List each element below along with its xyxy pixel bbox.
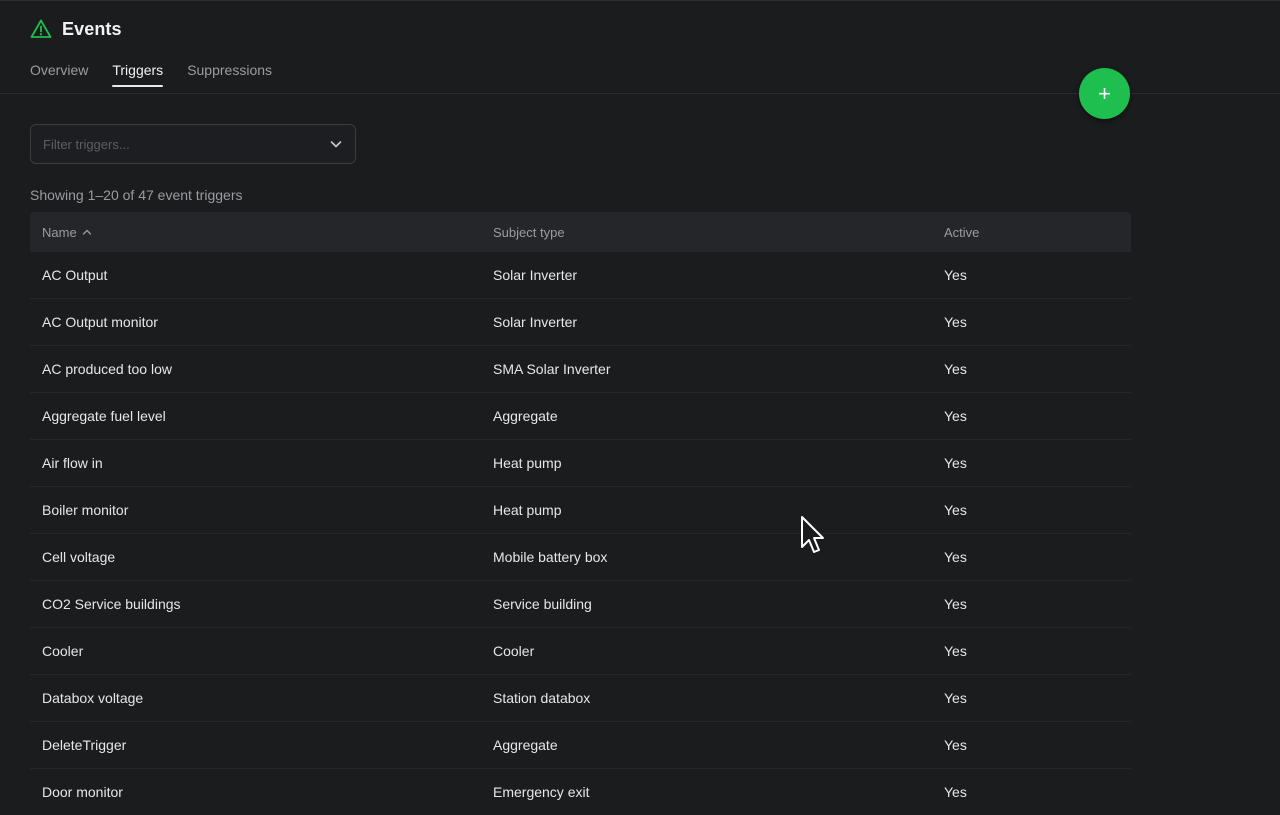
table-row[interactable]: Cooler Cooler Yes	[30, 628, 1131, 675]
cell-subject-type: Mobile battery box	[493, 549, 608, 565]
plus-icon: +	[1098, 80, 1111, 106]
table-row[interactable]: AC produced too low SMA Solar Inverter Yes	[30, 346, 1131, 393]
cell-name: DeleteTrigger	[42, 737, 127, 753]
cell-active: Yes	[944, 596, 967, 612]
page-header: Events	[30, 18, 122, 40]
chevron-down-icon[interactable]	[329, 137, 343, 151]
cell-subject-type: Solar Inverter	[493, 267, 578, 283]
mouse-pointer-icon	[800, 515, 826, 555]
cell-name: Databox voltage	[42, 690, 144, 706]
cell-name: Aggregate fuel level	[42, 408, 166, 424]
table-row[interactable]: Databox voltage Station databox Yes	[30, 675, 1131, 722]
cell-active: Yes	[944, 643, 967, 659]
triggers-table: Name Subject type Active AC Output Solar …	[30, 212, 1131, 815]
cell-name: AC Output monitor	[42, 314, 158, 330]
cell-subject-type: Heat pump	[493, 455, 562, 471]
table-row[interactable]: AC Output monitor Solar Inverter Yes	[30, 299, 1131, 346]
results-summary: Showing 1–20 of 47 event triggers	[30, 187, 243, 203]
table-row[interactable]: AC Output Solar Inverter Yes	[30, 252, 1131, 299]
cell-subject-type: Station databox	[493, 690, 591, 706]
cell-active: Yes	[944, 361, 967, 377]
cell-name: Cooler	[42, 643, 84, 659]
cell-subject-type: Cooler	[493, 643, 535, 659]
cell-subject-type: Heat pump	[493, 502, 562, 518]
cell-name: Air flow in	[42, 455, 103, 471]
events-page: Events Overview Triggers Suppressions + …	[0, 0, 1280, 815]
cell-subject-type: Emergency exit	[493, 784, 590, 800]
table-row[interactable]: DeleteTrigger Aggregate Yes	[30, 722, 1131, 769]
column-header-name[interactable]: Name	[30, 225, 481, 240]
cell-name: Boiler monitor	[42, 502, 129, 518]
filter-select[interactable]	[30, 124, 356, 164]
cell-active: Yes	[944, 502, 967, 518]
cell-subject-type: SMA Solar Inverter	[493, 361, 611, 377]
cell-active: Yes	[944, 737, 967, 753]
cell-subject-type: Aggregate	[493, 408, 558, 424]
cell-active: Yes	[944, 455, 967, 471]
cell-name: AC produced too low	[42, 361, 172, 377]
cell-active: Yes	[944, 690, 967, 706]
table-row[interactable]: Door monitor Emergency exit Yes	[30, 769, 1131, 815]
cell-active: Yes	[944, 408, 967, 424]
tab-suppressions[interactable]: Suppressions	[187, 62, 272, 87]
cell-active: Yes	[944, 314, 967, 330]
table-row[interactable]: Aggregate fuel level Aggregate Yes	[30, 393, 1131, 440]
add-trigger-button[interactable]: +	[1079, 68, 1130, 119]
cell-active: Yes	[944, 267, 967, 283]
tab-triggers[interactable]: Triggers	[112, 62, 163, 87]
tab-bar: Overview Triggers Suppressions	[30, 62, 272, 87]
column-header-active[interactable]: Active	[932, 225, 1131, 240]
column-header-name-label: Name	[42, 224, 77, 240]
table-row[interactable]: Cell voltage Mobile battery box Yes	[30, 534, 1131, 581]
cell-name: Cell voltage	[42, 549, 116, 565]
page-title: Events	[62, 18, 122, 39]
table-header: Name Subject type Active	[30, 212, 1131, 252]
tab-overview[interactable]: Overview	[30, 62, 88, 87]
table-body: AC Output Solar Inverter Yes AC Output moni…	[30, 252, 1131, 815]
cell-subject-type: Aggregate	[493, 737, 558, 753]
table-row[interactable]: CO2 Service buildings Service building Yes	[30, 581, 1131, 628]
cell-active: Yes	[944, 549, 967, 565]
top-border	[0, 0, 1280, 1]
cell-name: AC Output	[42, 267, 108, 283]
cell-name: CO2 Service buildings	[42, 596, 181, 612]
warning-triangle-icon	[30, 18, 52, 40]
sort-ascending-icon	[81, 226, 93, 238]
cell-subject-type: Solar Inverter	[493, 314, 578, 330]
filter-triggers-input[interactable]	[43, 136, 329, 152]
cell-name: Door monitor	[42, 784, 123, 800]
column-header-subject-type[interactable]: Subject type	[481, 225, 932, 240]
table-row[interactable]: Boiler monitor Heat pump Yes	[30, 487, 1131, 534]
cell-active: Yes	[944, 784, 967, 800]
table-row[interactable]: Air flow in Heat pump Yes	[30, 440, 1131, 487]
cell-subject-type: Service building	[493, 596, 592, 612]
